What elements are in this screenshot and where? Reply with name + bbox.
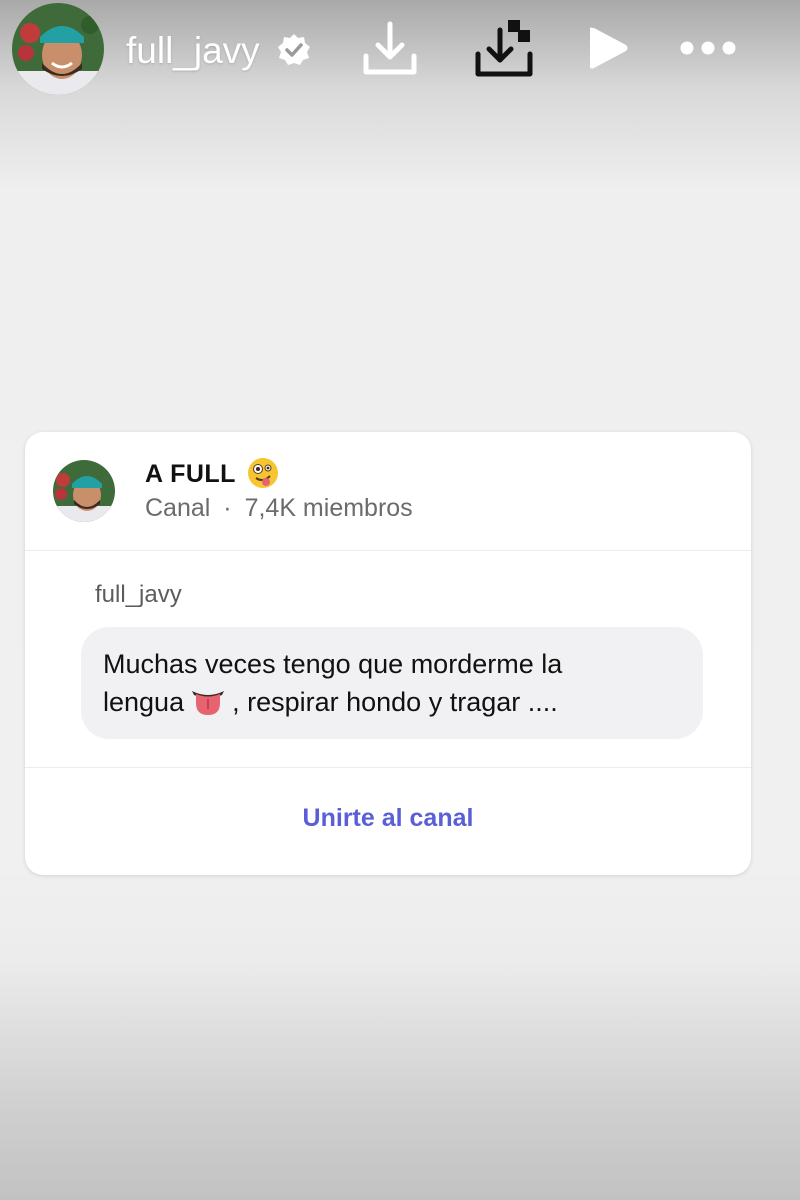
tongue-emoji-icon [190, 687, 226, 717]
join-channel-button[interactable]: Unirte al canal [25, 804, 751, 833]
channel-name: A FULL [145, 460, 236, 488]
channel-meta: Canal · 7,4K miembros [145, 494, 413, 523]
zany-face-emoji-icon [247, 457, 279, 489]
username[interactable]: full_javy [126, 30, 260, 72]
message-author: full_javy [95, 581, 182, 608]
meta-separator: · [223, 494, 232, 522]
message-bubble: Muchas veces tengo que morderme la lengu… [81, 627, 703, 739]
channel-avatar [53, 460, 115, 522]
play-icon[interactable] [576, 16, 640, 80]
message-line-2: lengua , respirar hondo y tragar .... [103, 687, 558, 718]
member-count: 7,4K miembros [244, 494, 413, 522]
channel-share-card[interactable]: A FULL Canal · 7,4K miembros full_javy M… [25, 432, 751, 875]
message-section: full_javy Muchas veces tengo que morderm… [25, 551, 751, 768]
channel-header: A FULL Canal · 7,4K miembros [25, 432, 751, 551]
message-text-before-emoji: lengua [103, 687, 185, 717]
profile-avatar[interactable] [12, 3, 104, 95]
verified-badge-icon [276, 32, 312, 68]
story-header: full_javy [0, 0, 800, 100]
download-icon[interactable] [358, 16, 422, 80]
message-text-after-emoji: , respirar hondo y tragar .... [232, 687, 558, 717]
more-options-icon[interactable] [676, 16, 740, 80]
channel-type: Canal [145, 494, 211, 522]
save-to-device-icon[interactable] [472, 16, 536, 80]
message-line-1: Muchas veces tengo que morderme la [103, 649, 563, 679]
